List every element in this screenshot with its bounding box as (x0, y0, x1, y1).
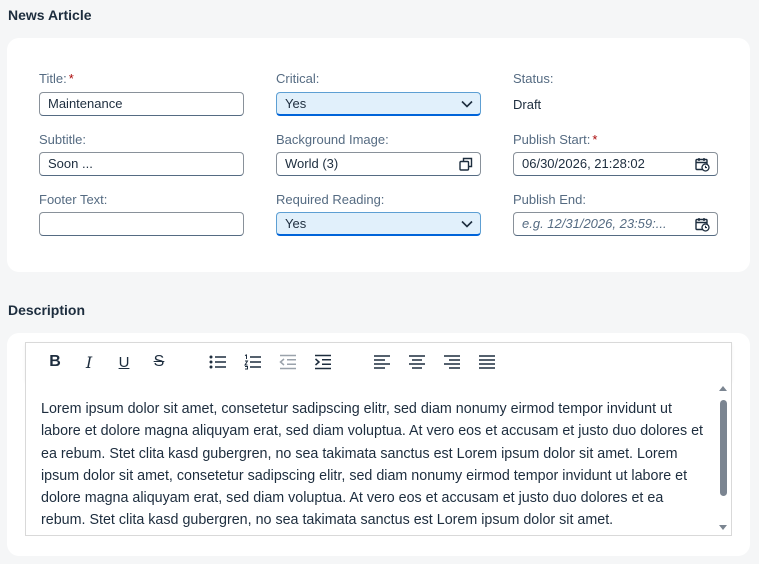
publish-start-input[interactable]: 06/30/2026, 21:28:02 (513, 152, 718, 176)
title-input[interactable]: Maintenance (39, 92, 244, 116)
critical-label: Critical: (276, 71, 320, 86)
editor-content[interactable]: Lorem ipsum dolor sit amet, consetetur s… (41, 398, 706, 532)
subtitle-label: Subtitle: (39, 132, 86, 147)
editor-scrollbar[interactable] (717, 384, 729, 532)
publish-end-label: Publish End: (513, 192, 586, 207)
align-left-icon[interactable] (371, 352, 393, 372)
background-image-input[interactable]: World (3) (276, 152, 481, 176)
calendar-icon[interactable] (695, 153, 710, 175)
critical-select-value: Yes (285, 96, 307, 111)
italic-button[interactable]: I (78, 352, 100, 372)
rich-text-editor[interactable]: Lorem ipsum dolor sit amet, consetetur s… (25, 380, 732, 536)
indent-icon[interactable] (312, 352, 334, 372)
scroll-down-icon[interactable] (718, 524, 728, 532)
status-label: Status: (513, 71, 554, 86)
required-reading-select[interactable]: Yes (276, 212, 481, 236)
required-marker: * (68, 71, 74, 86)
bold-button[interactable]: B (44, 352, 66, 372)
footer-text-input[interactable] (39, 212, 244, 236)
scroll-thumb[interactable] (720, 400, 727, 496)
bullet-list-icon[interactable] (207, 352, 229, 372)
required-reading-select-value: Yes (285, 216, 307, 231)
chevron-down-icon[interactable] (461, 93, 473, 114)
footer-text-label: Footer Text: (39, 192, 108, 207)
publish-start-label: Publish Start: * (513, 132, 598, 147)
chevron-down-icon[interactable] (461, 213, 473, 234)
outdent-icon[interactable] (277, 352, 299, 372)
underline-button[interactable]: U (113, 352, 135, 372)
strikethrough-button[interactable]: S (148, 352, 170, 372)
section-title-news-article: News Article (8, 7, 92, 23)
required-reading-label: Required Reading: (276, 192, 385, 207)
align-center-icon[interactable] (406, 352, 428, 372)
background-image-value: World (3) (285, 156, 339, 171)
value-help-icon[interactable] (459, 153, 473, 175)
section-title-description: Description (8, 302, 86, 318)
align-right-icon[interactable] (441, 352, 463, 372)
publish-start-value: 06/30/2026, 21:28:02 (522, 156, 645, 171)
rich-text-toolbar: B I U S (25, 342, 732, 380)
numbered-list-icon[interactable] (242, 352, 264, 372)
publish-end-input[interactable]: e.g. 12/31/2026, 23:59:... (513, 212, 718, 236)
status-value: Draft (513, 97, 542, 112)
align-justify-icon[interactable] (476, 352, 498, 372)
publish-end-placeholder: e.g. 12/31/2026, 23:59:... (522, 216, 667, 231)
subtitle-input[interactable]: Soon ... (39, 152, 244, 176)
required-marker: * (592, 132, 598, 147)
calendar-icon[interactable] (691, 213, 710, 235)
background-image-label: Background Image: (276, 132, 389, 147)
title-label: Title: * (39, 71, 74, 86)
scroll-up-icon[interactable] (718, 384, 728, 392)
critical-select[interactable]: Yes (276, 92, 481, 116)
